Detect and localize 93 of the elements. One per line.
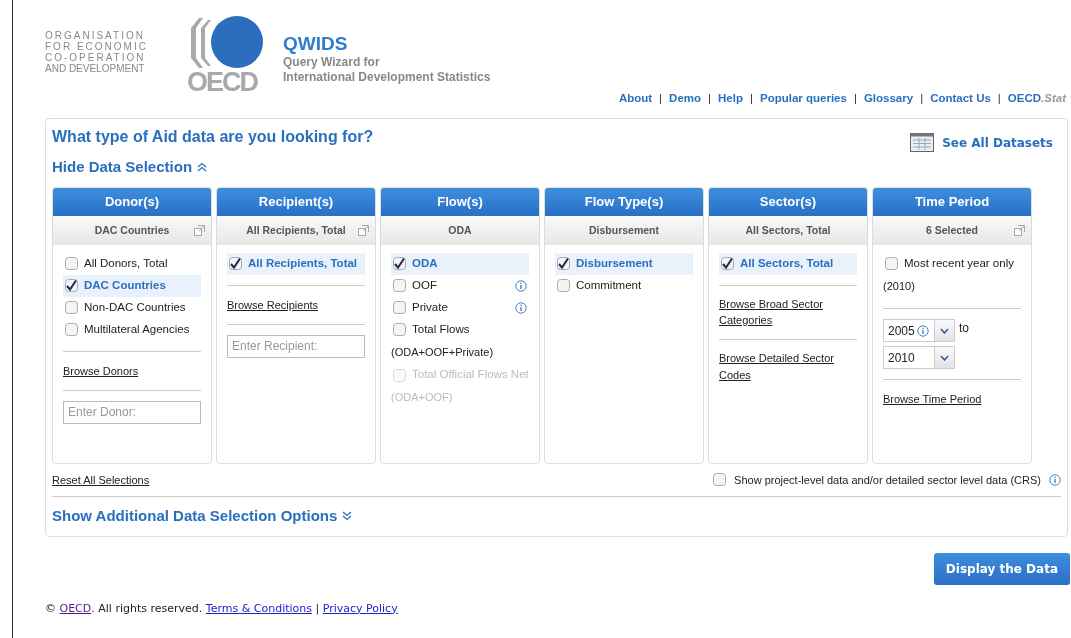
checkbox[interactable] xyxy=(393,257,406,270)
separator: | xyxy=(708,91,712,106)
summary-text: 6 Selected xyxy=(926,223,978,236)
summary-text: All Sectors, Total xyxy=(745,223,831,236)
checkbox-label: DAC Countries xyxy=(84,277,167,293)
checkbox-label: OOF xyxy=(412,277,438,293)
checkbox[interactable] xyxy=(229,257,242,270)
expand-icon xyxy=(341,510,354,523)
nav-link[interactable]: Popular queries xyxy=(760,90,847,108)
end-year-dropdown[interactable]: 2010 xyxy=(883,346,955,369)
app-subtitle: Query Wizard for xyxy=(283,54,381,70)
display-data-button[interactable]: Display the Data xyxy=(933,552,1070,585)
nav-link[interactable]: About xyxy=(618,90,653,108)
copyright-text: . All rights reserved. xyxy=(91,600,204,617)
collapse-icon xyxy=(196,161,209,174)
checkbox[interactable] xyxy=(65,279,78,292)
nav-link[interactable]: Demo xyxy=(669,90,702,108)
question-heading: What type of Aid data are you looking for? xyxy=(52,127,374,147)
checkbox-note: (ODA+OOF+Private) xyxy=(391,344,495,360)
checkbox-label: Total Official Flows Net xyxy=(412,367,529,383)
popout-icon[interactable] xyxy=(1014,224,1025,236)
checkbox-label: ODA xyxy=(412,255,439,271)
year-value: 2005 xyxy=(888,322,915,340)
panel-header: Sector(s) xyxy=(709,187,867,216)
checkbox-label: Commitment xyxy=(576,277,643,293)
browse-link[interactable]: Browse Broad Sector Categories xyxy=(719,295,857,329)
year-value: 2010 xyxy=(888,349,915,367)
checkbox-label: Non-DAC Countries xyxy=(84,299,187,315)
app-subtitle: International Development Statistics xyxy=(283,69,491,85)
checkbox[interactable] xyxy=(721,257,734,270)
checkbox[interactable] xyxy=(393,301,406,314)
copyright-sign: © xyxy=(45,600,57,617)
table-icon xyxy=(910,133,935,152)
checkbox-label: Show project-level data and/or detailed sector level data (CRS) xyxy=(734,472,1041,488)
checkbox-label: Disbursement xyxy=(576,255,654,271)
checkbox-label: Total Flows xyxy=(412,321,471,337)
checkbox[interactable] xyxy=(393,279,406,292)
info-icon xyxy=(916,324,929,337)
panel-header: Flow Type(s) xyxy=(545,187,703,216)
organisation-name: ORGANISATION FOR ECONOMIC CO-OPERATION AND DEVELOPMENT xyxy=(45,30,149,76)
summary-text: All Recipients, Total xyxy=(246,223,346,236)
browse-link[interactable]: Browse Donors xyxy=(63,362,139,379)
app-title: QWIDS xyxy=(283,34,349,55)
separator: | xyxy=(853,91,857,106)
checkbox[interactable] xyxy=(713,473,727,487)
reset-link[interactable]: Reset All Selections xyxy=(52,471,150,488)
panel-header: Recipient(s) xyxy=(217,187,375,216)
checkbox[interactable] xyxy=(557,257,570,270)
checkbox-label: Most recent year only xyxy=(904,255,1015,271)
panel-header: Flow(s) xyxy=(381,187,539,216)
checkbox-note: (ODA+OOF) xyxy=(391,390,454,405)
popout-icon[interactable] xyxy=(194,224,205,236)
search-field[interactable]: Enter Donor: xyxy=(63,400,201,424)
checkbox-label: All Sectors, Total xyxy=(740,255,835,271)
info-icon xyxy=(1049,473,1061,486)
checkbox-label: All Donors, Total xyxy=(84,255,169,271)
browse-link[interactable]: Browse Time Period xyxy=(883,391,982,408)
summary-text: DAC Countries xyxy=(94,223,170,236)
search-field[interactable]: Enter Recipient: xyxy=(227,334,365,358)
see-all-datasets-link[interactable]: See All Datasets xyxy=(942,133,1053,152)
start-year-dropdown[interactable]: 2005 xyxy=(883,319,955,342)
nav-link[interactable]: OECD.Stat xyxy=(1007,90,1066,108)
hide-selection-link[interactable]: Hide Data Selection xyxy=(52,156,193,179)
checkbox-label: Multilateral Agencies xyxy=(84,321,191,337)
separator: | xyxy=(920,91,924,106)
separator: | xyxy=(314,600,321,617)
checkbox-label: Private xyxy=(412,299,449,315)
checkbox-label: All Recipients, Total xyxy=(248,255,359,271)
logo-text: OECD xyxy=(187,69,257,96)
nav-link[interactable]: Help xyxy=(718,90,743,108)
summary-text: Disbursement xyxy=(589,223,659,236)
separator: | xyxy=(659,91,663,106)
browse-link[interactable]: Browse Detailed Sector Codes xyxy=(719,350,857,383)
range-joiner: to xyxy=(959,320,969,337)
checkbox[interactable] xyxy=(65,323,78,336)
checkbox[interactable] xyxy=(393,323,406,336)
link[interactable]: Terms & Conditions xyxy=(205,600,312,617)
nav-link[interactable]: Contact Us xyxy=(930,90,991,108)
panel-header: Time Period xyxy=(873,187,1031,216)
checkbox[interactable] xyxy=(65,257,78,270)
browse-link[interactable]: Browse Recipients xyxy=(227,296,319,313)
checkbox[interactable] xyxy=(557,279,570,292)
checkbox[interactable] xyxy=(65,301,78,314)
link[interactable]: Privacy Policy xyxy=(322,600,398,617)
panel-header: Donor(s) xyxy=(53,187,211,216)
nav-link[interactable]: Glossary xyxy=(863,90,914,108)
show-options-link[interactable]: Show Additional Data Selection Options xyxy=(52,505,338,528)
separator: | xyxy=(750,91,753,106)
separator: | xyxy=(997,91,1001,106)
summary-text: ODA xyxy=(448,223,472,236)
checkbox-note: (2010) xyxy=(883,278,916,294)
checkbox[interactable] xyxy=(885,257,898,270)
popout-icon[interactable] xyxy=(358,224,369,236)
